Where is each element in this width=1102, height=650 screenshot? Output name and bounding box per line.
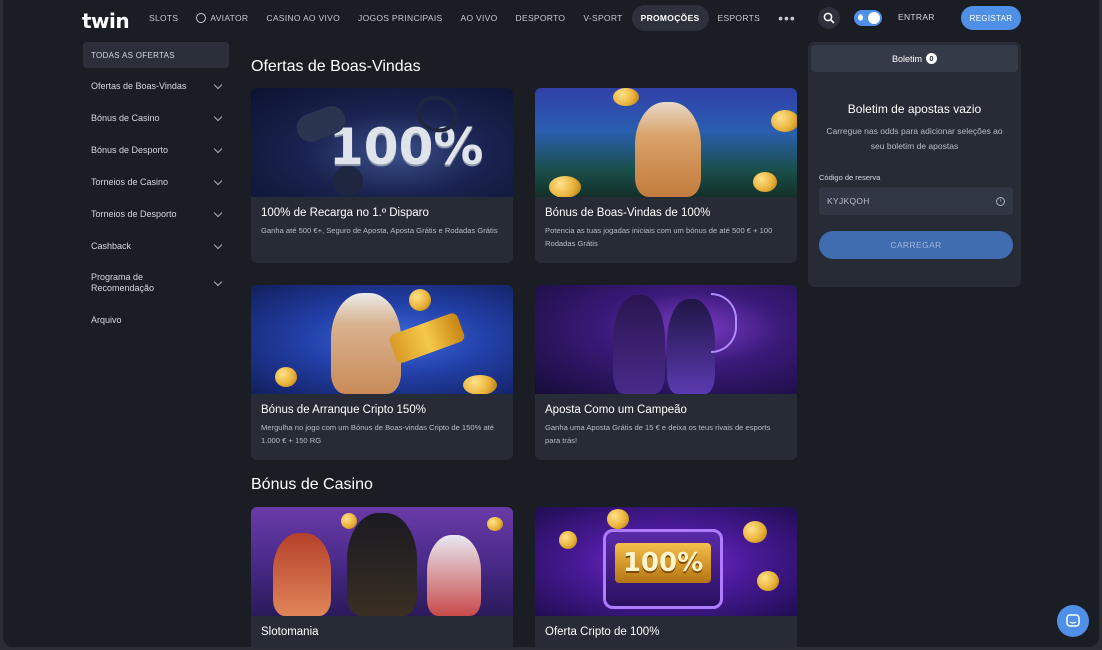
offer-card[interactable]: Aposta Como um Campeão Ganha uma Aposta … xyxy=(535,285,797,460)
cowgirl-figure xyxy=(273,533,331,616)
chevron-down-icon xyxy=(213,277,223,286)
banner-text: 100% xyxy=(622,548,704,578)
offer-card[interactable]: 100% 100% de Recarga no 1.º Disparo Ganh… xyxy=(251,88,513,263)
coin-shape xyxy=(341,513,357,529)
coin-shape xyxy=(771,110,797,132)
offer-banner-image: 100% xyxy=(535,507,797,616)
golden-bar-shape xyxy=(388,311,466,365)
info-icon[interactable]: i xyxy=(996,196,1005,206)
coin-shape xyxy=(487,517,503,531)
nav-promocoes[interactable]: PROMOÇÕES xyxy=(631,5,709,31)
section-title-casino-bonus: Bónus de Casino xyxy=(251,476,373,493)
section-title-welcome: Ofertas de Boas-Vindas xyxy=(251,58,421,75)
coin-shape xyxy=(549,176,581,197)
coin-shape xyxy=(463,375,497,394)
chevron-down-icon xyxy=(213,144,223,153)
coin-shape xyxy=(743,521,767,543)
offer-title: 100% de Recarga no 1.º Disparo xyxy=(261,207,429,219)
archer-figure xyxy=(667,299,715,394)
sidebar-item-cashback[interactable]: Cashback xyxy=(83,230,229,262)
anubis-figure xyxy=(347,513,417,616)
offer-banner-image xyxy=(251,507,513,616)
coin-shape xyxy=(409,289,431,311)
login-button[interactable]: ENTRAR xyxy=(898,12,935,22)
chevron-down-icon xyxy=(213,240,223,249)
sidebar-item-casino-tournaments[interactable]: Torneios de Casino xyxy=(83,166,229,198)
sidebar-item-archive[interactable]: Arquivo xyxy=(83,304,229,336)
offers-sidebar: TODAS AS OFERTAS Ofertas de Boas-Vindas … xyxy=(83,42,229,336)
nav-esports[interactable]: ESPORTS xyxy=(709,5,770,31)
offer-card[interactable]: Bónus de Arranque Cripto 150% Mergulha n… xyxy=(251,285,513,460)
nav-slots[interactable]: SLOTS xyxy=(140,5,187,31)
coin-shape xyxy=(275,367,297,387)
offer-title: Aposta Como um Campeão xyxy=(545,404,687,416)
tiger-figure xyxy=(427,535,481,616)
sidebar-item-sports-tournaments[interactable]: Torneios de Desporto xyxy=(83,198,229,230)
sidebar-item-welcome-offers[interactable]: Ofertas de Boas-Vindas xyxy=(83,70,229,102)
offer-banner-image: 100% xyxy=(251,88,513,197)
search-icon xyxy=(823,12,835,24)
bow-shape xyxy=(711,293,737,353)
offer-description: Mergulha no jogo com um Bónus de Boas-vi… xyxy=(261,423,495,445)
nav-jogos-principais[interactable]: JOGOS PRINCIPAIS xyxy=(349,5,451,31)
coin-shape xyxy=(613,88,639,106)
offer-title: Oferta Cripto de 100% xyxy=(545,626,660,638)
sidebar-item-all-offers[interactable]: TODAS AS OFERTAS xyxy=(83,42,229,68)
toggle-knob xyxy=(868,12,880,24)
nav-ao-vivo[interactable]: AO VIVO xyxy=(451,5,506,31)
offer-title: Bónus de Arranque Cripto 150% xyxy=(261,404,426,416)
chevron-down-icon xyxy=(213,80,223,89)
nav-desporto[interactable]: DESPORTO xyxy=(507,5,575,31)
chevron-down-icon xyxy=(213,176,223,185)
register-button[interactable]: REGISTAR xyxy=(961,6,1021,30)
top-header: twin SLOTS AVIATOR CASINO AO VIVO JOGOS … xyxy=(3,0,1099,36)
chat-button[interactable] xyxy=(1057,605,1089,637)
more-menu-icon[interactable]: ••• xyxy=(769,5,805,31)
zeus-figure xyxy=(635,102,701,197)
nav-v-sport[interactable]: V-SPORT xyxy=(574,5,631,31)
offer-banner-image xyxy=(535,285,797,394)
offer-card[interactable]: Slotomania xyxy=(251,507,513,647)
coin-shape xyxy=(757,571,779,591)
sidebar-item-sports-bonus[interactable]: Bónus de Desporto xyxy=(83,134,229,166)
ball-shape xyxy=(333,166,363,196)
betslip-count-badge: 0 xyxy=(926,53,937,64)
site-logo[interactable]: twin xyxy=(82,9,130,33)
betslip-panel: Boletim 0 Boletim de apostas vazio Carre… xyxy=(808,42,1021,287)
moon-icon xyxy=(858,14,865,21)
reel-panel: 100% xyxy=(615,543,711,583)
betslip-tab[interactable]: Boletim 0 xyxy=(811,45,1018,72)
offer-title: Bónus de Boas-Vindas de 100% xyxy=(545,207,711,219)
offer-description: Ganha uma Aposta Grátis de 15 € e deixa … xyxy=(545,423,771,445)
app-frame: twin SLOTS AVIATOR CASINO AO VIVO JOGOS … xyxy=(3,0,1099,647)
offer-description: Ganha até 500 €+, Seguro de Aposta, Apos… xyxy=(261,226,498,235)
coin-shape xyxy=(607,509,629,529)
coin-shape xyxy=(559,531,577,549)
betslip-empty-subtitle: Carregue nas odds para adicionar seleçõe… xyxy=(826,126,1003,151)
nav-casino-ao-vivo[interactable]: CASINO AO VIVO xyxy=(257,5,349,31)
chevron-down-icon xyxy=(213,208,223,217)
offer-card[interactable]: 100% Oferta Cripto de 100% xyxy=(535,507,797,647)
main-nav: SLOTS AVIATOR CASINO AO VIVO JOGOS PRINC… xyxy=(140,5,805,31)
nav-aviator[interactable]: AVIATOR xyxy=(187,5,257,31)
load-button[interactable]: CARREGAR xyxy=(819,231,1013,259)
search-button[interactable] xyxy=(818,7,840,29)
aviator-icon xyxy=(196,13,207,23)
sidebar-item-referral[interactable]: Programa de Recomendação xyxy=(83,262,229,304)
offer-banner-image xyxy=(251,285,513,394)
booking-code-label: Código de reserva xyxy=(819,173,881,182)
sidebar-item-casino-bonus[interactable]: Bónus de Casino xyxy=(83,102,229,134)
theme-toggle[interactable] xyxy=(854,10,882,26)
soldier-figure xyxy=(613,295,665,394)
offer-description: Potencia as tuas jogadas iniciais com um… xyxy=(545,226,773,248)
offer-banner-image xyxy=(535,88,797,197)
offer-card[interactable]: Bónus de Boas-Vindas de 100% Potencia as… xyxy=(535,88,797,263)
offer-title: Slotomania xyxy=(261,626,319,638)
chevron-down-icon xyxy=(213,112,223,121)
betslip-empty-title: Boletim de apostas vazio xyxy=(847,102,982,116)
coin-shape xyxy=(753,172,777,192)
chat-icon xyxy=(1066,614,1080,627)
booking-code-input[interactable]: KYJKQOH i xyxy=(819,187,1013,215)
